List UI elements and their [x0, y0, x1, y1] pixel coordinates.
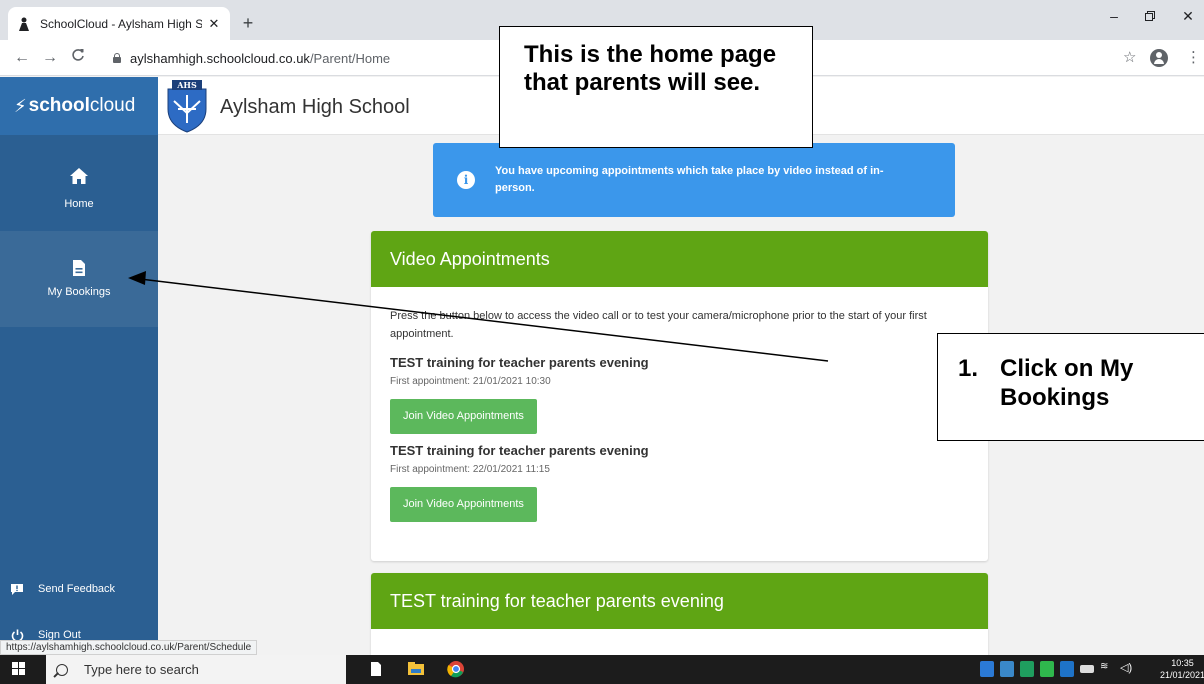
- first-appointment: First appointment: 21/01/2021 10:30: [390, 376, 551, 387]
- clock-time: 10:35: [1171, 658, 1194, 668]
- forward-icon[interactable]: →: [40, 48, 60, 68]
- feedback-icon: [10, 582, 24, 596]
- wifi-icon[interactable]: ≋: [1100, 661, 1114, 677]
- windows-start-icon[interactable]: [12, 662, 26, 676]
- brand-light: cloud: [89, 95, 136, 116]
- tray-app-icon[interactable]: [1040, 661, 1054, 677]
- volume-icon[interactable]: ◁): [1120, 661, 1134, 677]
- info-alert: i You have upcoming appointments which t…: [433, 143, 955, 217]
- sidebar-item-label: My Bookings: [47, 286, 111, 298]
- sidebar-item-label: Home: [64, 198, 94, 210]
- sidebar-item-my-bookings[interactable]: My Bookings: [0, 231, 158, 327]
- tray-app-icon[interactable]: [980, 661, 994, 677]
- sidebar-item-label: Send Feedback: [38, 583, 116, 595]
- first-appointment: First appointment: 22/01/2021 11:15: [390, 464, 550, 475]
- event-card: TEST training for teacher parents evenin…: [371, 573, 988, 655]
- event-title: TEST training for teacher parents evenin…: [390, 355, 649, 370]
- profile-icon[interactable]: [1150, 49, 1168, 67]
- card-title: TEST training for teacher parents evenin…: [371, 573, 988, 629]
- sidebar-item-home[interactable]: Home: [0, 135, 158, 231]
- chrome-icon[interactable]: [446, 659, 466, 679]
- url-host: aylshamhigh.schoolcloud.co.uk: [130, 50, 310, 66]
- clock-date: 21/01/2021: [1160, 670, 1204, 680]
- taskbar: Type here to search ≋ ◁) 10:35 21/01/202…: [0, 655, 1204, 684]
- event-title: TEST training for teacher parents evenin…: [390, 443, 649, 458]
- home-icon: [69, 167, 89, 190]
- annotation-step-1: 1. Click on My Bookings: [937, 333, 1204, 441]
- window-close-icon[interactable]: ✕: [1178, 8, 1198, 25]
- status-url: https://aylshamhigh.schoolcloud.co.uk/Pa…: [0, 640, 258, 655]
- video-appointments-card: Video Appointments Press the button belo…: [371, 231, 988, 561]
- bolt-icon: ⚡: [14, 95, 27, 116]
- document-icon: [72, 259, 86, 282]
- card-intro: Press the button below to access the vid…: [390, 310, 927, 340]
- restore-icon[interactable]: [1140, 8, 1160, 24]
- brand-bold: school: [28, 95, 90, 116]
- crest-text: AHS: [176, 80, 197, 90]
- close-icon[interactable]: ✕: [206, 16, 222, 32]
- step-number: 1.: [958, 355, 979, 382]
- tab-title: SchoolCloud - Aylsham High Sch: [40, 16, 202, 31]
- menu-icon[interactable]: ⋮: [1186, 48, 1201, 66]
- sidebar: Home My Bookings Send Feedback Sign Out: [0, 135, 158, 655]
- sidebar-item-send-feedback[interactable]: Send Feedback: [0, 575, 158, 603]
- join-video-button[interactable]: Join Video Appointments: [390, 487, 537, 522]
- search-icon: [56, 663, 68, 676]
- taskbar-search[interactable]: Type here to search: [46, 655, 346, 684]
- lock-icon: [112, 53, 122, 63]
- school-crest-logo: AHS: [164, 79, 210, 133]
- file-explorer-icon[interactable]: [406, 659, 426, 679]
- step-text-line2: Bookings: [1000, 384, 1110, 411]
- taskbar-clock[interactable]: 10:35 21/01/2021: [1160, 657, 1204, 681]
- reload-icon[interactable]: [68, 48, 88, 68]
- tray-app-icon[interactable]: [1000, 661, 1014, 677]
- tray-app-icon[interactable]: [1060, 661, 1074, 677]
- battery-icon[interactable]: [1080, 665, 1094, 673]
- school-name: Aylsham High School: [220, 96, 410, 118]
- new-tab-button[interactable]: +: [238, 14, 258, 34]
- back-icon[interactable]: ←: [12, 48, 32, 68]
- join-video-button[interactable]: Join Video Appointments: [390, 399, 537, 434]
- schoolcloud-logo[interactable]: ⚡ schoolcloud: [0, 77, 158, 135]
- file-icon[interactable]: [366, 659, 386, 679]
- browser-tab[interactable]: SchoolCloud - Aylsham High Sch ✕: [8, 7, 230, 40]
- url-path: /Parent/Home: [309, 50, 391, 66]
- card-title: Video Appointments: [371, 231, 988, 287]
- tray-app-icon[interactable]: [1020, 661, 1034, 677]
- alert-text: You have upcoming appointments which tak…: [495, 165, 884, 194]
- minimize-icon[interactable]: –: [1104, 8, 1124, 24]
- star-icon[interactable]: ☆: [1123, 48, 1136, 66]
- step-text-line1: Click on My: [1000, 355, 1134, 382]
- annotation-home-page: This is the home page that parents will …: [499, 26, 813, 148]
- person-icon: [16, 16, 32, 32]
- info-icon: i: [457, 171, 475, 189]
- search-placeholder: Type here to search: [84, 662, 199, 677]
